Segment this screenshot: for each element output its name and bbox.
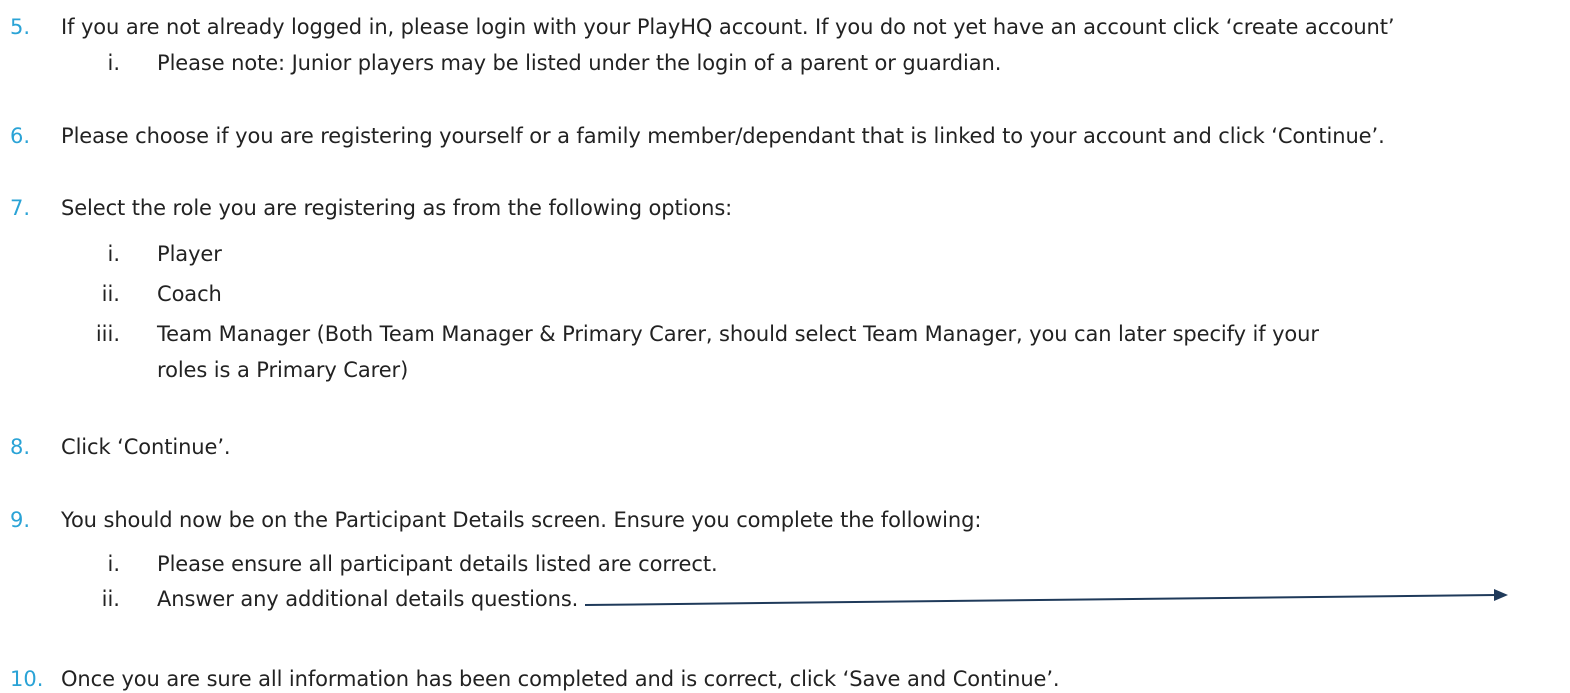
step-6-text: Please choose if you are registering you…	[61, 124, 1385, 148]
step-9-sub-ii-number: ii.	[101, 587, 120, 611]
step-5-sub-i-text: Please note: Junior players may be liste…	[157, 51, 1002, 75]
arrow-head-icon	[1494, 589, 1508, 601]
step-7-sub-iii-continuation: roles is a Primary Carer)	[157, 358, 409, 382]
step-9-sub-i-number: i.	[107, 552, 120, 576]
step-10-number: 10.	[10, 667, 44, 691]
step-5-text: If you are not already logged in, please…	[61, 15, 1395, 39]
step-10-text: Once you are sure all information has be…	[61, 667, 1060, 691]
step-5-number: 5.	[10, 15, 31, 39]
step-7-sub-i-number: i.	[107, 242, 120, 266]
step-7-sub-ii-text: Coach	[157, 282, 222, 306]
step-9-text: You should now be on the Participant Det…	[61, 508, 982, 532]
step-5-sub-i-number: i.	[107, 51, 120, 75]
step-7-number: 7.	[10, 196, 31, 220]
step-9-number: 9.	[10, 508, 31, 532]
step-8-number: 8.	[10, 435, 31, 459]
step-7-sub-ii-number: ii.	[101, 282, 120, 306]
arrow-line	[584, 594, 1497, 606]
step-7-sub-iii-text: Team Manager (Both Team Manager & Primar…	[157, 322, 1319, 346]
step-8-text: Click ‘Continue’.	[61, 435, 231, 459]
step-7-sub-i-text: Player	[157, 242, 222, 266]
step-9-sub-i-text: Please ensure all participant details li…	[157, 552, 718, 576]
step-7-text: Select the role you are registering as f…	[61, 196, 733, 220]
step-6-number: 6.	[10, 124, 31, 148]
step-9-sub-ii-text: Answer any additional details questions.	[157, 587, 579, 611]
step-7-sub-iii-number: iii.	[95, 322, 120, 346]
